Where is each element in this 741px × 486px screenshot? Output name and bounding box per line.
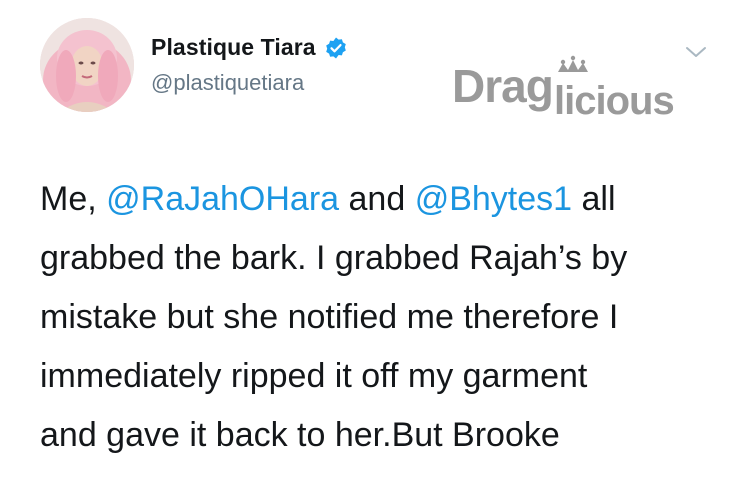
tweet-line-5: and gave it back to her.But Brooke (40, 416, 560, 454)
tweet-text-segment: Me, (40, 180, 107, 218)
author-handle[interactable]: @plastiquetiara (151, 70, 304, 96)
tweet-line-1: Me, @RaJahOHara and @Bhytes1 all (40, 170, 730, 229)
avatar[interactable] (40, 18, 134, 112)
tweet-text-segment: all (572, 180, 616, 218)
svg-text:Drag: Drag (452, 60, 553, 112)
author-name-row: Plastique Tiara (151, 34, 348, 61)
avatar-image (40, 18, 134, 112)
tweet-line-2: grabbed the bark. I grabbed Rajah’s by (40, 239, 628, 277)
mention-rajahohara-link[interactable]: @RaJahOHara (106, 180, 339, 218)
tweet-line-3: mistake but she notified me therefore I (40, 298, 619, 336)
verified-badge-icon (324, 36, 348, 60)
tweet-text: Me, @RaJahOHara and @Bhytes1 all grabbed… (40, 170, 730, 465)
display-name[interactable]: Plastique Tiara (151, 34, 316, 61)
tweet-line-4: immediately ripped it off my garment (40, 357, 588, 395)
mention-bhytes1-link[interactable]: @Bhytes1 (415, 180, 572, 218)
tweet-text-segment: and (339, 180, 415, 218)
svg-text:licious: licious (554, 79, 674, 123)
draglicious-watermark-logo: Drag licious (452, 52, 714, 132)
